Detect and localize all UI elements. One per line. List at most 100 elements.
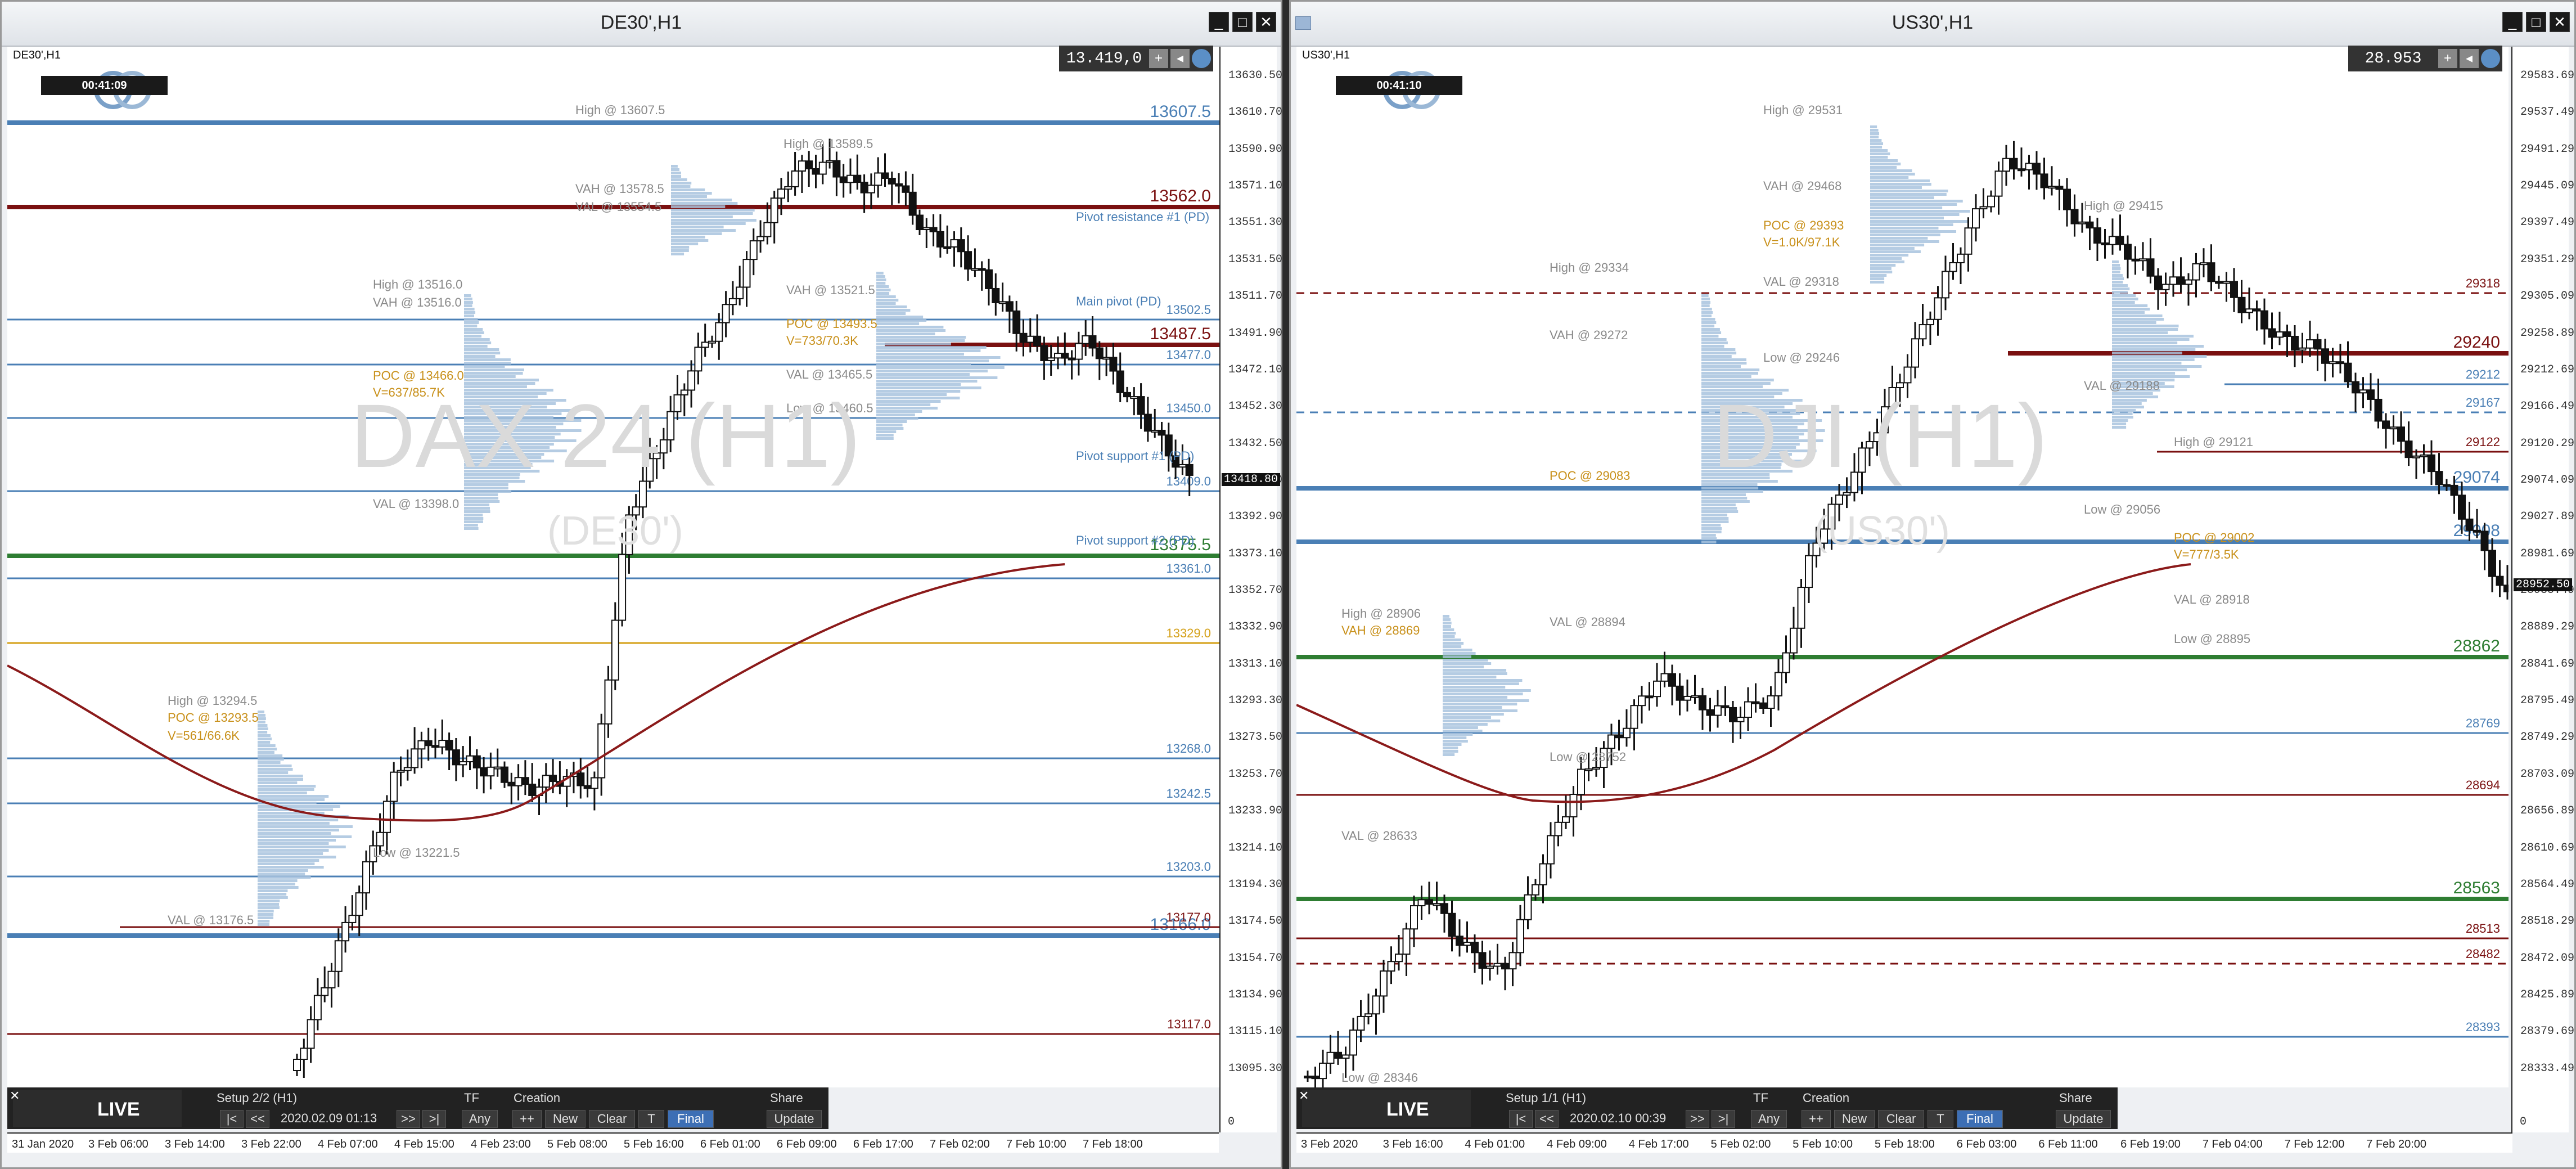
profile-annotation: VAH @ 13578.5 — [575, 182, 664, 196]
price-tick-label: 13174.50 — [1228, 915, 1283, 928]
volume-profile-bar — [258, 889, 288, 892]
plus-icon[interactable]: + — [2438, 49, 2457, 68]
maximize-icon[interactable]: □ — [1232, 12, 1253, 32]
close-icon[interactable]: ✕ — [10, 1089, 20, 1103]
candle-body — [2397, 426, 2405, 442]
close-icon[interactable]: ✕ — [2550, 12, 2570, 32]
tf-select[interactable]: Any — [462, 1110, 498, 1128]
price-tick-label: 28564.49 — [2520, 878, 2575, 891]
price-tick-label: 29351.29 — [2520, 253, 2575, 266]
candle-body — [1706, 709, 1714, 716]
window-title: US30',H1 — [1892, 12, 1974, 33]
candle-body — [1532, 884, 1539, 896]
price-tick-label: 28379.69 — [2520, 1025, 2575, 1038]
update-button[interactable]: Update — [767, 1110, 822, 1128]
volume-profile-bar — [671, 195, 707, 198]
volume-profile-bar — [1701, 338, 1727, 341]
candle-body — [1387, 961, 1395, 972]
candle-body — [1516, 919, 1524, 954]
prev-button[interactable]: << — [246, 1110, 269, 1128]
price-axis[interactable]: 29583.69 29537.49 29491.29 29445.09 29397.49… — [2511, 47, 2574, 1132]
close-icon[interactable]: ✕ — [1256, 12, 1276, 32]
next-button[interactable]: >> — [1686, 1110, 1709, 1128]
candle-body — [943, 246, 952, 249]
volume-profile-bar — [1701, 537, 1717, 540]
price-box[interactable]: 28.953 + ◂ — [2348, 46, 2502, 71]
level-label: 13450.0 — [1166, 401, 1211, 415]
candle-body — [1357, 1015, 1365, 1031]
chart-area[interactable]: 2931829240292122916729122290742900828862… — [1296, 47, 2509, 1087]
candle-body — [1964, 227, 1972, 255]
clear-button[interactable]: Clear — [589, 1110, 635, 1128]
arrow-left-icon[interactable]: ◂ — [2460, 49, 2479, 68]
t-button[interactable]: T — [638, 1110, 664, 1128]
candle-body — [826, 160, 834, 163]
candle-body — [1019, 332, 1028, 343]
candle-body — [1349, 1029, 1357, 1056]
plus-icon[interactable]: + — [1149, 49, 1168, 68]
tf-select[interactable]: Any — [1751, 1110, 1787, 1128]
volume-profile-bar — [464, 362, 511, 365]
arrow-left-icon[interactable]: ◂ — [1170, 49, 1190, 68]
candle-body — [459, 761, 467, 766]
volume-profile-bar — [258, 913, 274, 916]
candle-body — [1539, 863, 1547, 885]
candle-body — [487, 766, 495, 777]
volume-profile-bar — [258, 758, 284, 761]
volume-profile-bar — [671, 249, 689, 252]
first-button[interactable]: |< — [220, 1110, 244, 1128]
plus-button[interactable]: ++ — [1802, 1110, 1831, 1128]
candle-body — [1326, 1051, 1335, 1064]
final-button[interactable]: Final — [668, 1110, 714, 1128]
price-tick-label: 28841.69 — [2520, 657, 2575, 671]
volume-profile-bar — [258, 738, 272, 740]
price-axis[interactable]: 13630.50 13610.70 13590.90 13571.10 13551.30… — [1219, 47, 1282, 1132]
profile-annotation: VAL @ 28918 — [2174, 592, 2250, 606]
candle-body — [1607, 734, 1615, 749]
chart-window-de30[interactable]: DE30',H1 _ □ ✕ 13607.5 13562.0 13502.5 1348… — [0, 0, 1282, 1169]
minimize-icon[interactable]: _ — [1209, 12, 1229, 32]
time-axis[interactable]: 31 Jan 2020 3 Feb 06:00 3 Feb 14:00 3 Feb 2… — [7, 1132, 1219, 1153]
candle-body — [1493, 963, 1502, 967]
t-button[interactable]: T — [1928, 1110, 1953, 1128]
globe-icon[interactable] — [1192, 49, 1211, 68]
chart-area[interactable]: 13607.5 13562.0 13502.5 13487.5 13477.0 13450… — [7, 47, 1219, 1087]
volume-profile-bar — [2112, 284, 2128, 287]
volume-profile-bar — [1443, 743, 1462, 746]
maximize-icon[interactable]: □ — [2526, 12, 2546, 32]
volume-profile-bar — [671, 236, 705, 239]
update-button[interactable]: Update — [2056, 1110, 2111, 1128]
profile-annotation: Low @ 29056 — [2084, 502, 2160, 516]
profile-annotation: Low @ 13221.5 — [373, 846, 460, 860]
window-titlebar[interactable]: US30',H1 _ □ ✕ — [1291, 2, 2574, 47]
minimize-icon[interactable]: _ — [2502, 12, 2523, 32]
next-button[interactable]: >> — [397, 1110, 420, 1128]
candle-body — [742, 259, 751, 288]
candle-body — [1486, 965, 1494, 969]
prev-button[interactable]: << — [1535, 1110, 1559, 1128]
volume-profile-bar — [464, 321, 479, 324]
volume-profile-bar — [876, 356, 1001, 359]
volume-profile-bar — [258, 910, 274, 912]
chart-window-us30[interactable]: US30',H1 _ □ ✕ 29318 29240 29212 29167 29122… — [1289, 0, 2576, 1169]
candle-body — [2245, 308, 2253, 313]
volume-profile-bar — [2112, 298, 2138, 300]
volume-profile-bar — [1701, 304, 1710, 307]
price-chart: 13607.5 13562.0 13502.5 13487.5 13477.0 13450… — [7, 102, 1219, 1078]
window-titlebar[interactable]: DE30',H1 _ □ ✕ — [2, 2, 1281, 47]
clear-button[interactable]: Clear — [1878, 1110, 1924, 1128]
candle-body — [2291, 335, 2299, 351]
last-button[interactable]: >| — [422, 1110, 446, 1128]
globe-icon[interactable] — [2481, 49, 2500, 68]
volume-profile-bar — [258, 751, 274, 754]
last-button[interactable]: >| — [1712, 1110, 1735, 1128]
new-button[interactable]: New — [545, 1110, 586, 1128]
final-button[interactable]: Final — [1957, 1110, 2003, 1128]
volume-profile-bar — [2112, 338, 2190, 341]
close-icon[interactable]: ✕ — [1299, 1089, 1309, 1103]
plus-button[interactable]: ++ — [512, 1110, 542, 1128]
first-button[interactable]: |< — [1509, 1110, 1533, 1128]
price-box[interactable]: 13.419,0 + ◂ — [1059, 46, 1213, 71]
time-axis[interactable]: 3 Feb 2020 3 Feb 16:00 4 Feb 01:00 4 Feb 09… — [1296, 1132, 2512, 1153]
new-button[interactable]: New — [1834, 1110, 1875, 1128]
